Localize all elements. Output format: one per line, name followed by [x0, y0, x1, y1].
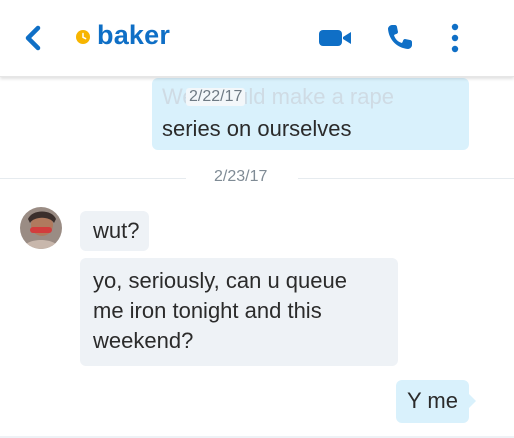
floating-date-label: 2/22/17 [186, 88, 246, 106]
message-text: series on ourselves [162, 116, 352, 141]
back-icon [25, 25, 41, 51]
contact-name[interactable]: baker [97, 20, 170, 51]
date-separator-line-left [0, 178, 186, 179]
incoming-message-bubble[interactable]: wut? [80, 211, 149, 251]
more-options-button[interactable] [448, 22, 462, 54]
voice-call-button[interactable] [386, 23, 414, 51]
message-text: wut? [93, 218, 140, 243]
date-separator: 2/23/17 [214, 168, 268, 185]
status-away-icon [76, 30, 90, 44]
bubble-tail [469, 394, 476, 408]
date-separator-line-right [298, 178, 514, 179]
phone-icon [388, 25, 412, 49]
incoming-message-bubble[interactable]: yo, seriously, can u queue me iron tonig… [80, 258, 398, 366]
message-text: Y me [407, 388, 458, 413]
more-options-icon [451, 23, 459, 53]
message-text-line: me iron tonight and this [93, 298, 322, 323]
message-text-line: weekend? [93, 328, 194, 353]
back-button[interactable] [20, 23, 48, 53]
outgoing-message-bubble[interactable]: Y me [396, 380, 469, 423]
avatar[interactable] [20, 207, 62, 249]
video-call-button[interactable] [318, 27, 354, 49]
chat-header: baker [0, 0, 514, 77]
message-text-line: yo, seriously, can u queue [93, 268, 347, 293]
video-call-icon [319, 30, 351, 46]
